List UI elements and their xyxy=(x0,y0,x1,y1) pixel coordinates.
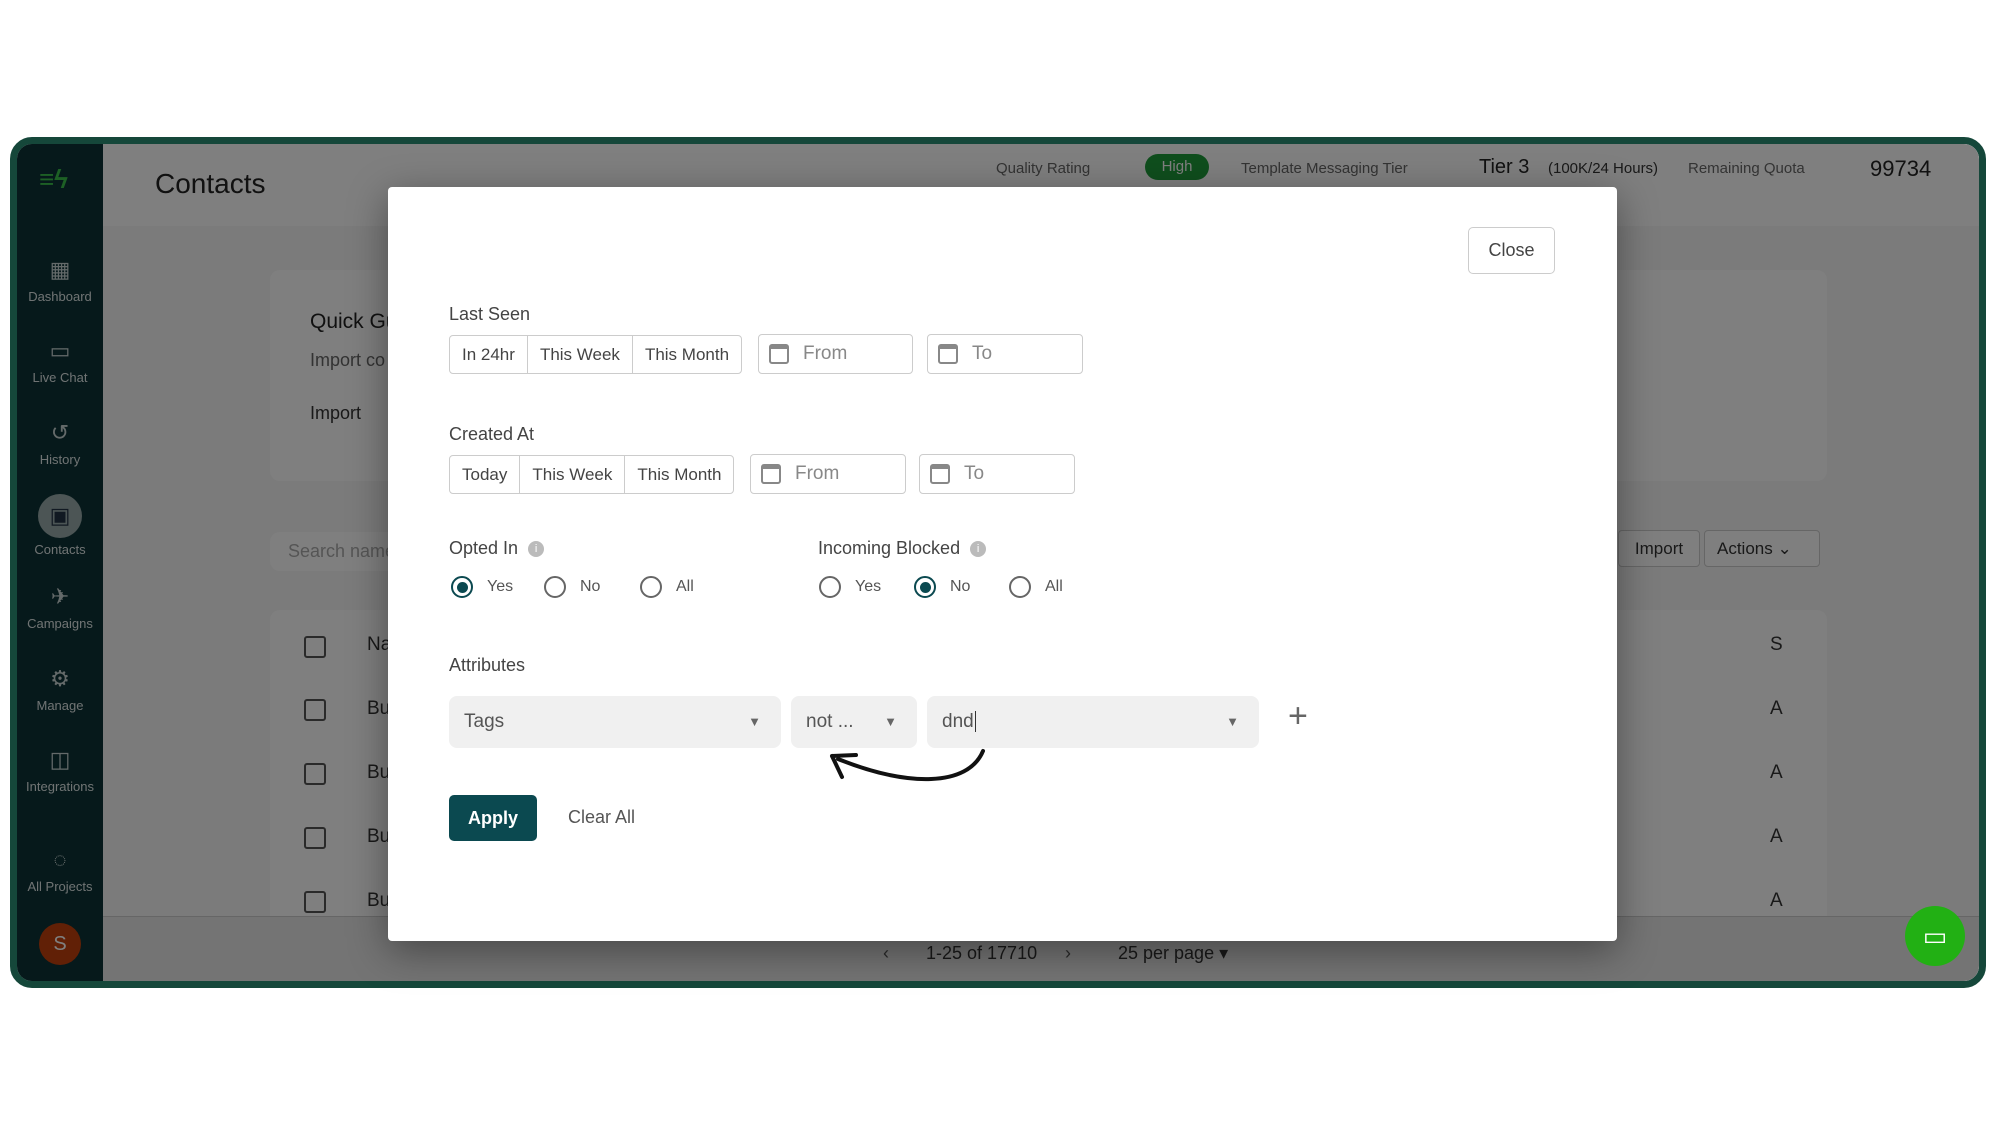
radio-label: All xyxy=(676,578,694,595)
calendar-icon xyxy=(769,344,789,364)
to-placeholder: To xyxy=(964,463,985,484)
last-seen-this-week-button[interactable]: This Week xyxy=(528,336,633,373)
blocked-all-radio[interactable]: All xyxy=(1009,576,1063,598)
info-icon[interactable]: i xyxy=(970,541,987,557)
add-attribute-plus-icon[interactable]: + xyxy=(1288,697,1308,736)
created-to-input[interactable]: To xyxy=(919,454,1075,494)
calendar-icon xyxy=(761,464,781,484)
incoming-blocked-label: Incoming Blocked i xyxy=(818,538,987,559)
created-from-input[interactable]: From xyxy=(750,454,906,494)
apply-button[interactable]: Apply xyxy=(449,795,537,841)
created-today-button[interactable]: Today xyxy=(450,456,521,493)
created-at-label: Created At xyxy=(449,424,535,444)
chat-support-button[interactable]: ▭ xyxy=(1905,906,1965,966)
clear-all-button[interactable]: Clear All xyxy=(568,807,635,828)
from-placeholder: From xyxy=(795,463,840,484)
incoming-blocked-text: Incoming Blocked xyxy=(818,538,961,558)
filter-modal: Close Last Seen In 24hr This Week This M… xyxy=(388,187,1617,941)
operator-value: not ... xyxy=(806,711,854,732)
opted-in-all-radio[interactable]: All xyxy=(640,576,694,598)
radio-label: No xyxy=(580,578,601,595)
radio-label: Yes xyxy=(487,578,514,595)
annotation-arrow xyxy=(830,749,985,781)
caret-down-icon: ▼ xyxy=(1226,714,1239,729)
value-text: dnd xyxy=(942,711,974,732)
last-seen-label: Last Seen xyxy=(449,304,531,324)
last-seen-to-input[interactable]: To xyxy=(927,334,1083,374)
calendar-icon xyxy=(930,464,950,484)
radio-label: All xyxy=(1045,578,1063,595)
attribute-field-select[interactable]: Tags ▼ xyxy=(449,696,781,748)
blocked-no-radio[interactable]: No xyxy=(914,576,970,598)
last-seen-presets: In 24hr This Week This Month xyxy=(449,335,743,374)
chat-bubble-icon: ▭ xyxy=(1922,921,1948,951)
created-this-month-button[interactable]: This Month xyxy=(625,456,733,493)
close-button[interactable]: Close xyxy=(1468,227,1555,274)
blocked-yes-radio[interactable]: Yes xyxy=(819,576,881,598)
from-placeholder: From xyxy=(803,343,848,364)
opted-in-no-radio[interactable]: No xyxy=(544,576,600,598)
calendar-icon xyxy=(938,344,958,364)
created-this-week-button[interactable]: This Week xyxy=(520,456,626,493)
opted-in-text: Opted In xyxy=(449,538,519,558)
caret-down-icon: ▼ xyxy=(748,714,761,729)
created-at-presets: Today This Week This Month xyxy=(449,455,735,494)
last-seen-24hr-button[interactable]: In 24hr xyxy=(450,336,528,373)
to-placeholder: To xyxy=(972,343,993,364)
last-seen-from-input[interactable]: From xyxy=(758,334,913,374)
last-seen-this-month-button[interactable]: This Month xyxy=(633,336,741,373)
attributes-label: Attributes xyxy=(449,655,526,675)
radio-label: Yes xyxy=(855,578,882,595)
opted-in-yes-radio[interactable]: Yes xyxy=(451,576,513,598)
opted-in-label: Opted In i xyxy=(449,538,545,559)
radio-label: No xyxy=(950,578,971,595)
info-icon[interactable]: i xyxy=(528,541,545,557)
field-value: Tags xyxy=(464,711,505,732)
